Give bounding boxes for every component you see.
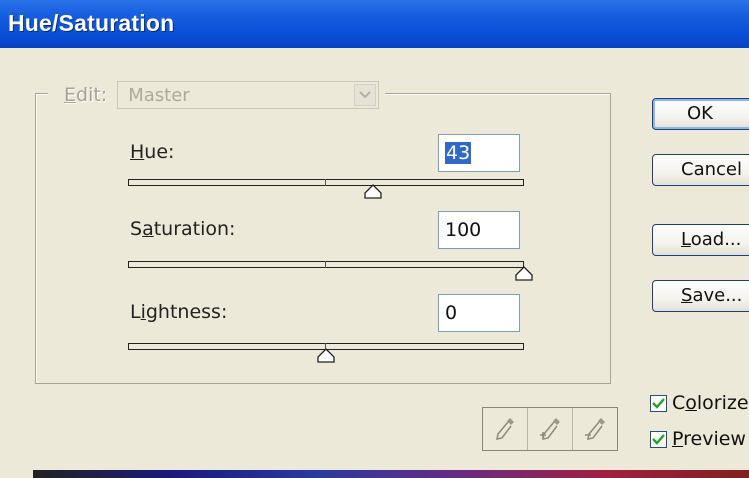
checkmark-icon xyxy=(652,433,665,445)
saturation-input[interactable]: 100 xyxy=(438,211,520,249)
cancel-button[interactable]: Cancel xyxy=(652,154,749,186)
saturation-slider-center-mark xyxy=(325,261,326,268)
lightness-input[interactable]: 0 xyxy=(438,294,520,332)
window-title: Hue/Saturation xyxy=(8,10,175,36)
lightness-slider-thumb[interactable] xyxy=(317,348,335,363)
title-bar[interactable]: Hue/Saturation xyxy=(0,0,749,48)
colorize-checkbox[interactable] xyxy=(650,394,667,412)
lightness-label: Lightness: xyxy=(130,301,228,323)
saturation-slider-track[interactable] xyxy=(128,261,524,268)
hue-value: 43 xyxy=(445,142,472,164)
eyedropper-icon[interactable] xyxy=(483,408,528,450)
colorize-label: Colorize xyxy=(672,392,749,414)
saturation-slider-thumb[interactable] xyxy=(515,266,533,281)
preview-label: Preview xyxy=(672,428,746,450)
adjustments-group xyxy=(35,93,611,384)
hue-label: Hue: xyxy=(130,141,175,163)
lightness-value: 0 xyxy=(445,302,458,324)
hue-slider-thumb[interactable] xyxy=(364,184,382,199)
load-button[interactable]: Load... xyxy=(652,224,749,256)
saturation-label: Saturation: xyxy=(130,218,236,240)
eyedropper-toolbar xyxy=(482,407,618,451)
hue-input[interactable]: 43 xyxy=(438,134,520,172)
edit-label: Edit: xyxy=(64,84,108,106)
hue-slider-center-mark xyxy=(325,179,326,186)
saturation-value: 100 xyxy=(445,219,482,241)
hue-slider-track[interactable] xyxy=(128,179,524,186)
checkmark-icon xyxy=(652,397,665,409)
preview-option[interactable]: Preview xyxy=(650,428,746,450)
ok-button[interactable]: OK xyxy=(652,98,749,130)
eyedropper-plus-icon[interactable] xyxy=(528,408,573,450)
edit-select-value: Master xyxy=(128,84,190,106)
edit-row: Edit: Master xyxy=(48,80,386,110)
edit-select[interactable]: Master xyxy=(117,81,380,109)
colorize-option[interactable]: Colorize xyxy=(650,392,749,414)
preview-checkbox[interactable] xyxy=(650,430,667,448)
chevron-down-icon[interactable] xyxy=(354,84,377,106)
eyedropper-minus-icon[interactable] xyxy=(573,408,617,450)
save-button[interactable]: Save... xyxy=(652,280,749,312)
